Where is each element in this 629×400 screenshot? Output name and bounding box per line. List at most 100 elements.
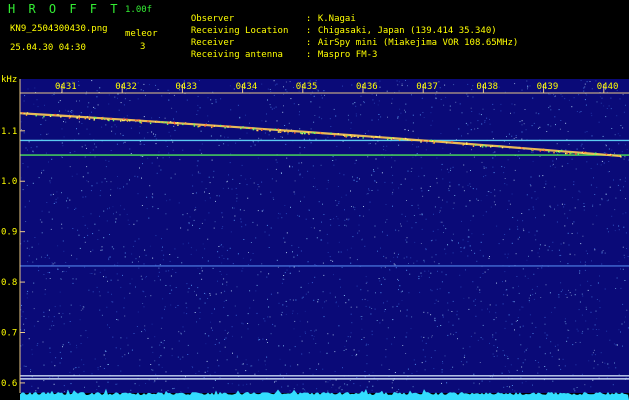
noise-speck (126, 115, 128, 117)
noise-speck (43, 380, 45, 382)
noise-speck (510, 112, 511, 114)
noise-speck (421, 228, 423, 230)
noise-speck (418, 207, 420, 209)
trace-speck (43, 115, 45, 118)
noise-speck (44, 289, 46, 291)
noise-speck (531, 288, 533, 290)
noise-speck (116, 383, 118, 385)
noise-speck (539, 346, 541, 348)
noise-speck (506, 289, 508, 291)
noise-speck (316, 189, 318, 190)
noise-speck (34, 237, 36, 238)
noise-speck (82, 196, 84, 198)
trace-speck (411, 139, 413, 142)
noise-speck (509, 228, 511, 230)
noise-speck (443, 225, 445, 227)
noise-speck (470, 107, 472, 109)
noise-speck (143, 116, 145, 118)
trace-speck (481, 146, 484, 148)
noise-speck (396, 80, 398, 82)
noise-speck (466, 171, 468, 173)
noise-speck (411, 205, 413, 206)
noise-speck (57, 267, 59, 269)
noise-speck (266, 224, 268, 226)
noise-speck (344, 219, 346, 221)
noise-speck (154, 360, 156, 362)
noise-speck (55, 357, 57, 359)
trace-speck (548, 151, 550, 153)
noise-speck (329, 118, 331, 120)
noise-speck (350, 262, 352, 264)
noise-speck (421, 190, 423, 192)
noise-speck (378, 119, 379, 121)
noise-speck (207, 370, 209, 372)
noise-speck (76, 258, 78, 260)
x-tick-label: 0436 (356, 82, 378, 92)
noise-speck (235, 142, 237, 144)
noise-speck (69, 343, 71, 345)
noise-speck (285, 89, 287, 91)
noise-speck (129, 292, 131, 294)
noise-speck (109, 234, 110, 235)
noise-speck (590, 112, 592, 114)
trace-speck (304, 132, 306, 134)
noise-speck (147, 157, 149, 159)
noise-speck (466, 93, 468, 95)
spectrogram: 0431 0432 0433 0434 0435 0436 0437 0438 0439 0440… (1, 75, 629, 400)
noise-speck (417, 137, 419, 139)
noise-speck (468, 297, 470, 299)
noise-speck (209, 197, 211, 199)
noise-speck (356, 377, 358, 378)
noise-speck (473, 156, 475, 158)
noise-speck (339, 278, 341, 280)
noise-speck (467, 83, 469, 85)
noise-speck (33, 308, 35, 310)
noise-speck (137, 98, 139, 100)
noise-speck (139, 365, 141, 367)
noise-speck (267, 99, 268, 101)
noise-speck (163, 340, 165, 341)
noise-speck (458, 388, 460, 390)
noise-speck (622, 345, 623, 347)
noise-speck (514, 169, 516, 171)
noise-speck (339, 172, 341, 174)
noise-speck (363, 101, 365, 103)
noise-speck (327, 252, 329, 253)
noise-speck (551, 311, 552, 313)
noise-speck (312, 165, 314, 167)
trace-speck (107, 119, 109, 121)
noise-speck (470, 186, 472, 188)
noise-speck (525, 349, 527, 351)
noise-speck (420, 272, 422, 274)
noise-speck (245, 370, 247, 372)
noise-speck (489, 118, 490, 120)
noise-speck (137, 311, 139, 313)
noise-speck (257, 184, 259, 185)
noise-speck (517, 317, 519, 319)
noise-speck (222, 216, 224, 218)
noise-speck (312, 373, 314, 375)
noise-speck (432, 230, 434, 232)
noise-speck (556, 158, 557, 160)
noise-speck (341, 196, 343, 198)
noise-speck (123, 116, 125, 118)
noise-speck (396, 256, 398, 258)
noise-speck (592, 328, 594, 330)
noise-speck (472, 85, 474, 87)
noise-speck (171, 348, 173, 350)
noise-speck (474, 304, 476, 306)
noise-speck (168, 270, 170, 272)
noise-speck (254, 373, 256, 375)
noise-speck (260, 271, 262, 273)
noise-speck (371, 389, 373, 391)
noise-speck (134, 175, 136, 177)
noise-speck (72, 110, 74, 112)
noise-speck (420, 243, 422, 244)
noise-speck (605, 144, 607, 146)
noise-speck (69, 166, 71, 168)
trace-speck (308, 133, 310, 135)
noise-speck (101, 181, 103, 183)
noise-speck (153, 381, 155, 383)
noise-speck (92, 233, 94, 235)
noise-speck (247, 323, 249, 324)
